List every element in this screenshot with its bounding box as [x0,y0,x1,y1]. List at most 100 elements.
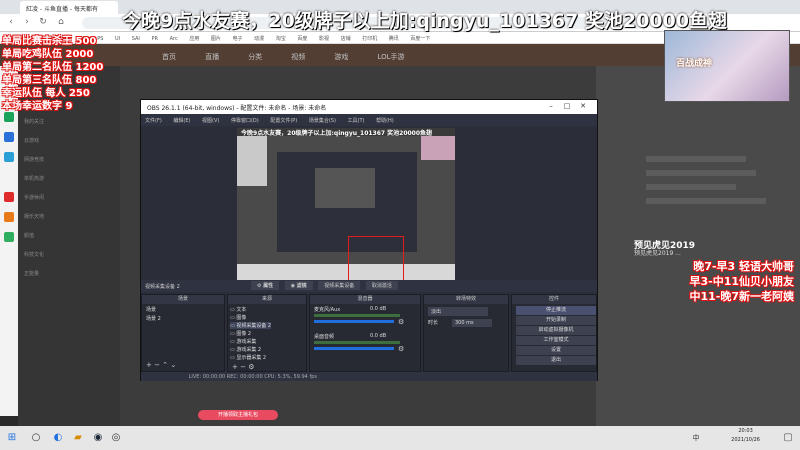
app-icon[interactable] [4,212,14,222]
bookmark-item[interactable]: UI [115,36,120,42]
menu-item[interactable]: 文件(F) [145,117,162,124]
source-item[interactable]: ▭ 图像 2 [230,330,251,337]
sidebar-item[interactable]: 单机热游 [18,169,120,188]
transition-select[interactable]: 淡出 [428,307,488,316]
app-icon[interactable] [4,132,14,142]
site-nav-item[interactable]: 游戏 [334,46,348,68]
channel-db: 0.0 dB [370,306,387,312]
sidebar-item[interactable]: 娱乐天地 [18,207,120,226]
bookmark-item[interactable]: 电子 [233,35,243,42]
deactivate-button[interactable]: 取消激活 [365,281,398,290]
remove-icon[interactable]: − [154,361,160,369]
clock-time: 20:03 [738,428,753,434]
edge-icon[interactable]: ◐ [50,430,66,446]
exit-button[interactable]: 退出 [516,356,596,365]
forward-icon[interactable]: › [22,17,32,27]
sidebar-item[interactable]: 颜值 [18,226,120,245]
source-item[interactable]: ▭ 图像 [230,314,246,321]
add-icon[interactable]: + [232,363,238,371]
properties-button[interactable]: ⚙ 属性 [251,281,280,290]
app-icon[interactable] [4,192,14,202]
minimize-icon[interactable]: – [545,102,557,112]
add-icon[interactable]: + [146,361,152,369]
site-nav-item[interactable]: 首页 [162,46,176,68]
bookmark-item[interactable]: SAI [132,36,140,42]
stop-stream-button[interactable]: 停止推流 [516,306,596,315]
obs-preview[interactable]: 今晚9点水友赛，20级牌子以上加:qingyu_101367 奖池20000鱼翅 [237,128,455,280]
virtual-camera-button[interactable]: 启动虚拟摄像机 [516,326,596,335]
source-item[interactable]: ▭ 文本 [230,306,246,313]
home-icon[interactable]: ⌂ [56,17,66,27]
start-recording-button[interactable]: 开始录制 [516,316,596,325]
promo-button[interactable]: 开播领取主播礼包 [198,410,278,420]
site-nav-item[interactable]: 视频 [291,46,305,68]
down-icon[interactable]: ⌄ [170,361,176,369]
volume-slider[interactable] [314,347,394,350]
site-nav-item[interactable]: 分类 [248,46,262,68]
gear-icon[interactable]: ⚙ [398,318,404,326]
source-item[interactable]: ▭ 视频采集设备 2 [230,322,272,329]
studio-mode-button[interactable]: 工作室模式 [516,336,596,345]
back-icon[interactable]: ‹ [6,17,16,27]
menu-item[interactable]: 视图(V) [202,117,219,124]
bookmark-item[interactable]: 图片 [211,35,221,42]
menu-item[interactable]: 停靠窗口(D) [231,117,259,124]
qq-icon[interactable] [4,152,14,162]
bookmark-item[interactable]: 店铺 [341,35,351,42]
steam-icon[interactable]: ◉ [90,430,106,446]
obs-icon[interactable]: ◎ [108,430,124,446]
reload-icon[interactable]: ↻ [38,17,48,27]
start-icon[interactable]: ⊞ [4,430,20,446]
menu-item[interactable]: 场景集合(S) [309,117,336,124]
bookmark-item[interactable]: 腾讯 [389,35,399,42]
taskbar-clock[interactable]: 20:03 2021/10/26 [731,427,760,445]
bookmark-item[interactable]: 动漫 [254,35,264,42]
menu-item[interactable]: 配置文件(P) [270,117,297,124]
wechat-icon[interactable] [4,112,14,122]
filters-button[interactable]: ◉ 滤镜 [284,281,313,290]
search-icon[interactable]: ○ [28,430,44,446]
close-icon[interactable]: ✕ [577,102,589,112]
folder-icon[interactable]: ▰ [70,430,86,446]
sidebar-item[interactable]: 手游休闲 [18,188,120,207]
bookmark-item[interactable]: 打印机 [362,35,377,42]
bookmark-item[interactable]: 应用 [189,35,199,42]
gear-icon[interactable]: ⚙ [248,363,254,371]
settings-button[interactable]: 设置 [516,346,596,355]
up-icon[interactable]: ⌃ [162,361,168,369]
transitions-header: 转场特效 [424,295,508,304]
site-nav-item[interactable]: 直播 [205,46,219,68]
source-item[interactable]: ▭ 游戏采集 [230,338,256,345]
source-item[interactable]: ▭ 显示器采集 2 [230,354,266,361]
menu-item[interactable]: 工具(T) [348,117,365,124]
gear-icon[interactable]: ⚙ [398,345,404,353]
sidebar-item[interactable]: 网游竞技 [18,150,120,169]
menu-item[interactable]: 帮助(H) [376,117,394,124]
bookmark-item[interactable]: PS [97,36,103,42]
source-button[interactable]: 视频采集设备 [318,281,361,290]
scene-item[interactable]: 场景 [146,306,156,313]
menu-item[interactable]: 编辑(E) [173,117,190,124]
notification-icon[interactable]: ▢ [780,430,796,446]
bookmark-item[interactable]: 百度 [297,35,307,42]
site-nav-item[interactable]: LOL手游 [377,46,404,68]
sidebar-item[interactable]: 科技文化 [18,245,120,264]
bookmark-item[interactable]: Arc [170,36,178,42]
input-language-icon[interactable]: 中 [688,430,704,446]
bookmark-item[interactable]: 淘宝 [276,35,286,42]
remove-icon[interactable]: − [240,363,246,371]
volume-slider[interactable] [314,320,394,323]
bookmark-item[interactable]: PR [152,36,159,42]
sidebar-item[interactable]: 正能量 [18,264,120,283]
sidebar-item[interactable]: 云游戏 [18,131,120,150]
source-item[interactable]: ▭ 游戏采集 2 [230,346,261,353]
sidebar-item[interactable]: 我的关注 [18,112,120,131]
mixer-channel: 麦克风/Aux 0.0 dB ⚙ [314,306,410,330]
browser-tab[interactable]: 紅凌 - 斗鱼直播 - 每天都有 [20,1,118,14]
duration-input[interactable]: 300 ms [452,319,492,327]
bookmark-item[interactable]: 百度一下 [410,35,430,42]
bookmark-item[interactable]: 影视 [319,35,329,42]
app-icon[interactable] [4,232,14,242]
maximize-icon[interactable]: □ [561,102,573,112]
scene-item[interactable]: 场景 2 [146,315,161,322]
